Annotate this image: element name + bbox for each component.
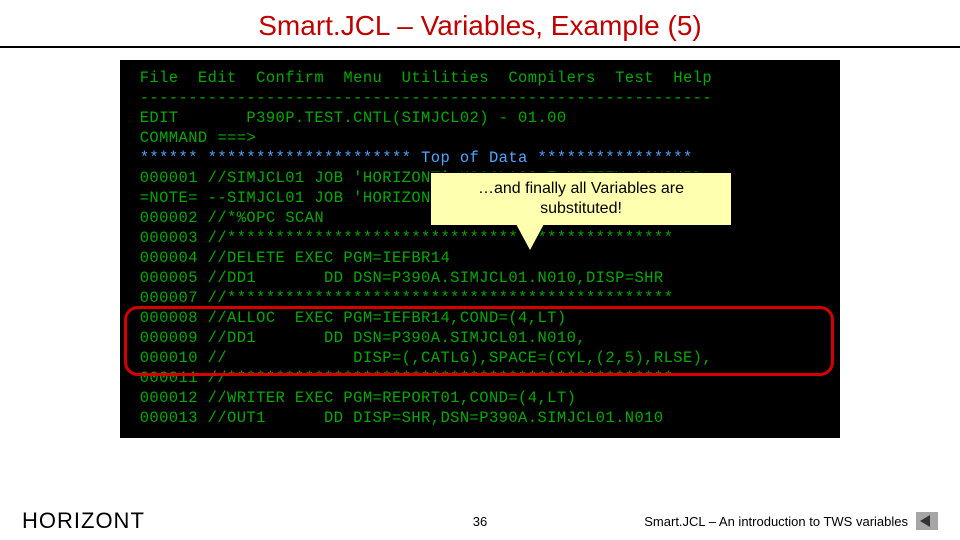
slide-title: Smart.JCL – Variables, Example (5): [0, 0, 960, 46]
term-row-7: 000007 //*******************************…: [130, 288, 830, 308]
term-row-3: 000003 //*******************************…: [130, 228, 830, 248]
term-sep: ----------------------------------------…: [130, 88, 830, 108]
footer-right: Smart.JCL – An introduction to TWS varia…: [644, 512, 938, 530]
slide: Smart.JCL – Variables, Example (5) File …: [0, 0, 960, 540]
callout-text-1: …and finally all Variables are: [441, 179, 721, 199]
term-row-10: 000010 // DISP=(,CATLG),SPACE=(CYL,(2,5)…: [130, 348, 830, 368]
term-row-8: 000008 //ALLOC EXEC PGM=IEFBR14,COND=(4,…: [130, 308, 830, 328]
callout-tail: [516, 224, 544, 250]
callout-bubble: …and finally all Variables are substitut…: [430, 172, 732, 226]
term-top-text: ****** ********************* Top of Data…: [130, 149, 693, 167]
term-edit-line: EDIT P390P.TEST.CNTL(SIMJCL02) - 01.00: [130, 108, 830, 128]
title-underline: [0, 46, 960, 48]
terminal-panel: File Edit Confirm Menu Utilities Compile…: [120, 60, 840, 438]
term-cmd-line: COMMAND ===>: [130, 128, 830, 148]
term-top-of-data: ****** ********************* Top of Data…: [130, 148, 830, 168]
term-menu: File Edit Confirm Menu Utilities Compile…: [130, 68, 830, 88]
back-icon[interactable]: [916, 512, 938, 530]
footer: HORIZONT 36 Smart.JCL – An introduction …: [0, 508, 960, 534]
footer-page-number: 36: [473, 514, 487, 529]
term-row-9: 000009 //DD1 DD DSN=P390A.SIMJCL01.N010,: [130, 328, 830, 348]
term-row-13: 000013 //OUT1 DD DISP=SHR,DSN=P390A.SIMJ…: [130, 408, 830, 428]
term-row-5: 000005 //DD1 DD DSN=P390A.SIMJCL01.N010,…: [130, 268, 830, 288]
footer-right-text: Smart.JCL – An introduction to TWS varia…: [644, 514, 908, 529]
term-row-12: 000012 //WRITER EXEC PGM=REPORT01,COND=(…: [130, 388, 830, 408]
callout-text-2: substituted!: [441, 199, 721, 219]
term-row-11: 000011 //*******************************…: [130, 368, 830, 388]
term-row-4: 000004 //DELETE EXEC PGM=IEFBR14: [130, 248, 830, 268]
footer-brand: HORIZONT: [22, 508, 145, 534]
